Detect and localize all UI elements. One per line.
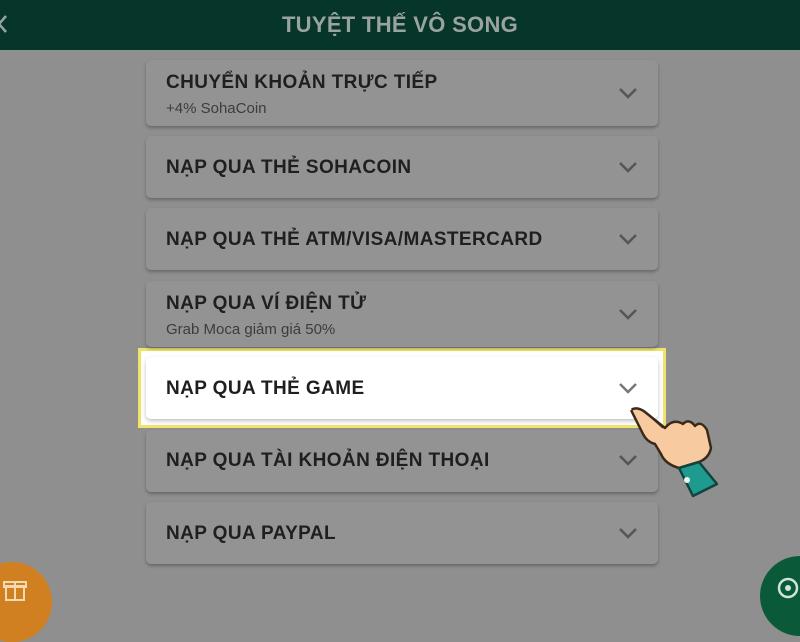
payment-item-label: NẠP QUA THẺ ATM/VISA/MASTERCARD [166, 229, 543, 250]
page-title: TUYỆT THẾ VÔ SONG [281, 12, 519, 37]
payment-item-label: NẠP QUA PAYPAL [166, 523, 336, 544]
payment-item-label: NẠP QUA VÍ ĐIỆN TỬ [166, 293, 367, 314]
support-icon [777, 577, 799, 599]
payment-item-paypal[interactable]: NẠP QUA PAYPAL [146, 502, 658, 564]
payment-item-sohacoin-card[interactable]: NẠP QUA THẺ SOHACOIN [146, 136, 658, 198]
payment-item-label: NẠP QUA THẺ SOHACOIN [166, 157, 412, 178]
chevron-down-icon[interactable] [618, 382, 638, 394]
app-header: TUYỆT THẾ VÔ SONG [0, 0, 800, 50]
payment-item-label: NẠP QUA TÀI KHOẢN ĐIỆN THOẠI [166, 450, 490, 471]
chevron-down-icon[interactable] [618, 87, 638, 99]
chevron-down-icon[interactable] [618, 527, 638, 539]
gift-icon [3, 581, 27, 601]
payment-item-phone-account[interactable]: NẠP QUA TÀI KHOẢN ĐIỆN THOẠI [146, 430, 658, 492]
payment-item-subtitle: +4% SohaCoin [166, 100, 267, 117]
payment-item-label: NẠP QUA THẺ GAME [166, 378, 365, 399]
payment-item-bank-transfer[interactable]: CHUYỂN KHOẢN TRỰC TIẾP +4% SohaCoin [146, 60, 658, 126]
payment-item-game-card[interactable]: NẠP QUA THẺ GAME [146, 357, 658, 419]
payment-item-label: CHUYỂN KHOẢN TRỰC TIẾP [166, 72, 438, 93]
payment-item-subtitle: Grab Moca giảm giá 50% [166, 321, 336, 338]
payment-item-atm-visa-card[interactable]: NẠP QUA THẺ ATM/VISA/MASTERCARD [146, 208, 658, 270]
hand-pointer-icon [626, 400, 719, 498]
chevron-down-icon[interactable] [618, 161, 638, 173]
chevron-down-icon[interactable] [618, 308, 638, 320]
payment-item-e-wallet[interactable]: NẠP QUA VÍ ĐIỆN TỬ Grab Moca giảm giá 50… [146, 281, 658, 347]
support-button[interactable] [760, 556, 800, 636]
back-chevron-icon[interactable] [0, 14, 8, 34]
chevron-down-icon[interactable] [618, 233, 638, 245]
gift-button[interactable] [0, 562, 52, 642]
